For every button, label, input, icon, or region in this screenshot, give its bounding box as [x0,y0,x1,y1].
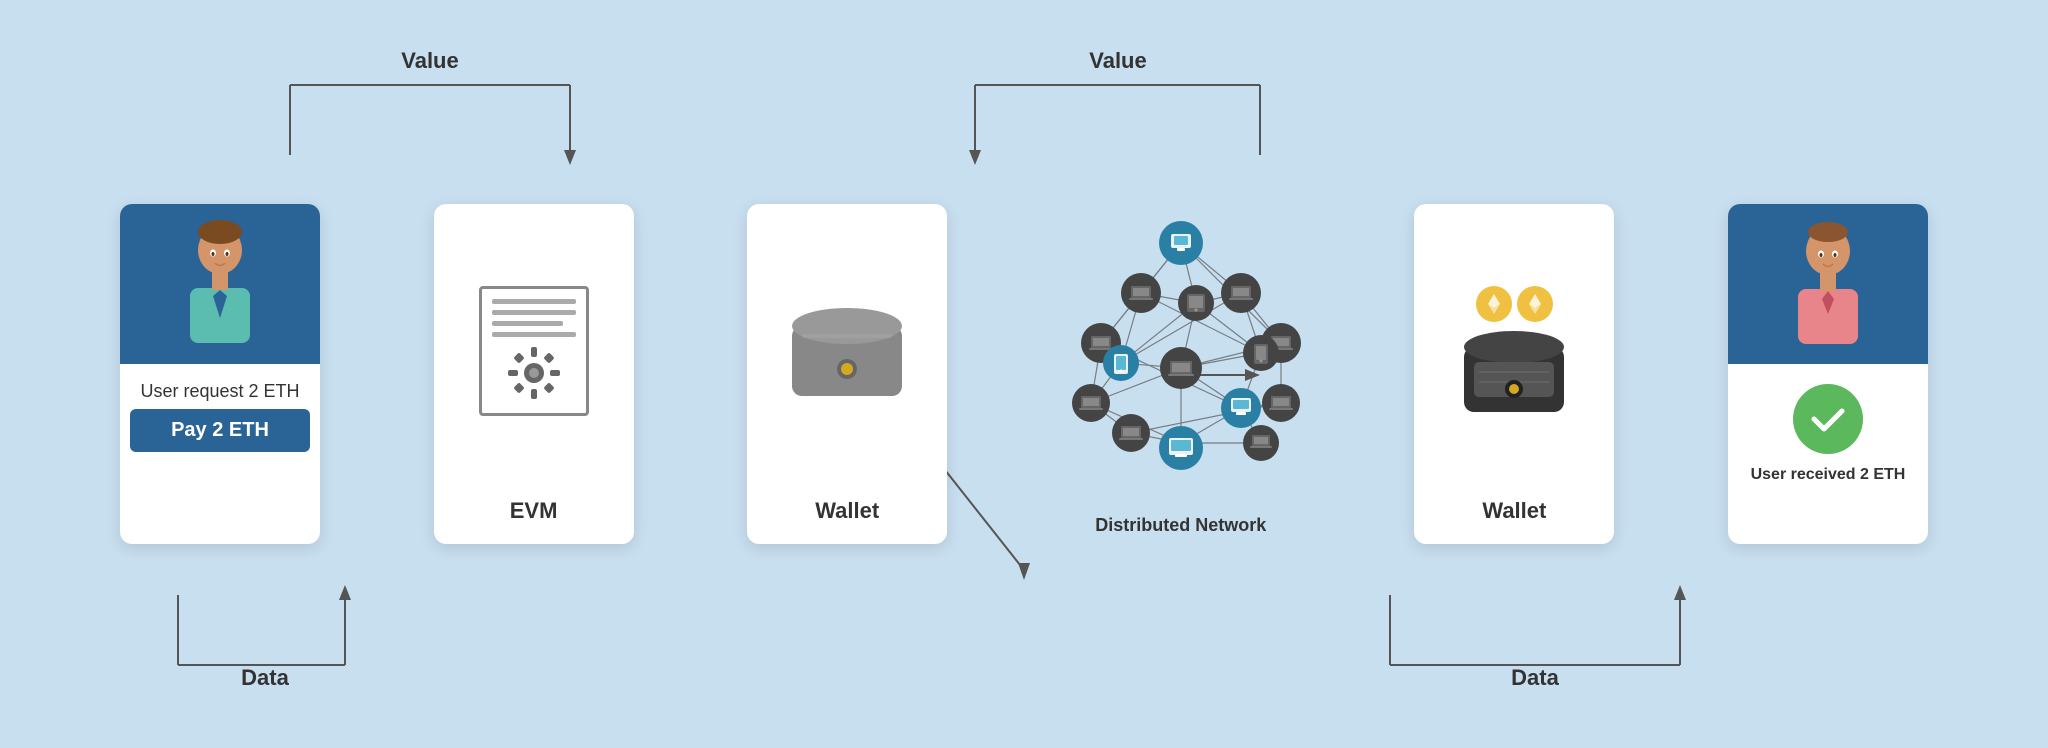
wallet-left-card-wrapper: Wallet [747,204,947,544]
wallet-with-coins [1459,286,1569,417]
evm-icon-area [434,204,634,488]
user-request-text: User request 2 ETH [130,364,309,409]
checkmark-icon [1806,397,1850,441]
receiver-avatar [1783,219,1873,349]
sender-avatar [175,218,265,348]
eth-coin-1 [1476,286,1512,322]
wallet-left-label: Wallet [815,488,879,544]
main-flow: User request 2 ETH Pay 2 ETH [60,204,1988,544]
data-label-right: Data [1511,665,1559,690]
network-circle [1041,213,1321,493]
diagram-container: Value Data Value D [0,0,2048,748]
wallet-right-card-wrapper: Wallet [1414,204,1614,544]
wallet-right-icon-area [1414,204,1614,488]
diagram-wrapper: Value Data Value D [0,0,2048,748]
receiver-card-wrapper: User received 2 ETH [1728,204,1928,544]
wallet-right-card: Wallet [1414,204,1614,544]
wallet-right-label: Wallet [1482,488,1546,544]
wallet-left-card: Wallet [747,204,947,544]
eth-coin-2 [1517,286,1553,322]
sender-card-wrapper: User request 2 ETH Pay 2 ETH [120,204,320,544]
gear-icon [504,343,564,403]
evm-card-wrapper: EVM [434,204,634,544]
wallet-left-icon [787,301,907,401]
evm-label: EVM [510,488,558,544]
receiver-avatar-area [1728,204,1928,364]
wallet-right-icon [1459,327,1569,417]
sender-card: User request 2 ETH Pay 2 ETH [120,204,320,544]
data-label-left: Data [241,665,289,690]
pay-button[interactable]: Pay 2 ETH [130,409,310,452]
wallet-left-icon-area [747,204,947,488]
value-label-right: Value [1089,48,1146,73]
network-label: Distributed Network [1095,515,1266,536]
network-wrapper: Distributed Network [1041,213,1321,536]
received-badge [1793,384,1863,454]
evm-card: EVM [434,204,634,544]
network-svg [1041,213,1321,493]
value-label-left: Value [401,48,458,73]
eth-coins [1476,286,1553,322]
receiver-card: User received 2 ETH [1728,204,1928,544]
sender-avatar-area [120,204,320,364]
received-text: User received 2 ETH [1741,459,1916,501]
